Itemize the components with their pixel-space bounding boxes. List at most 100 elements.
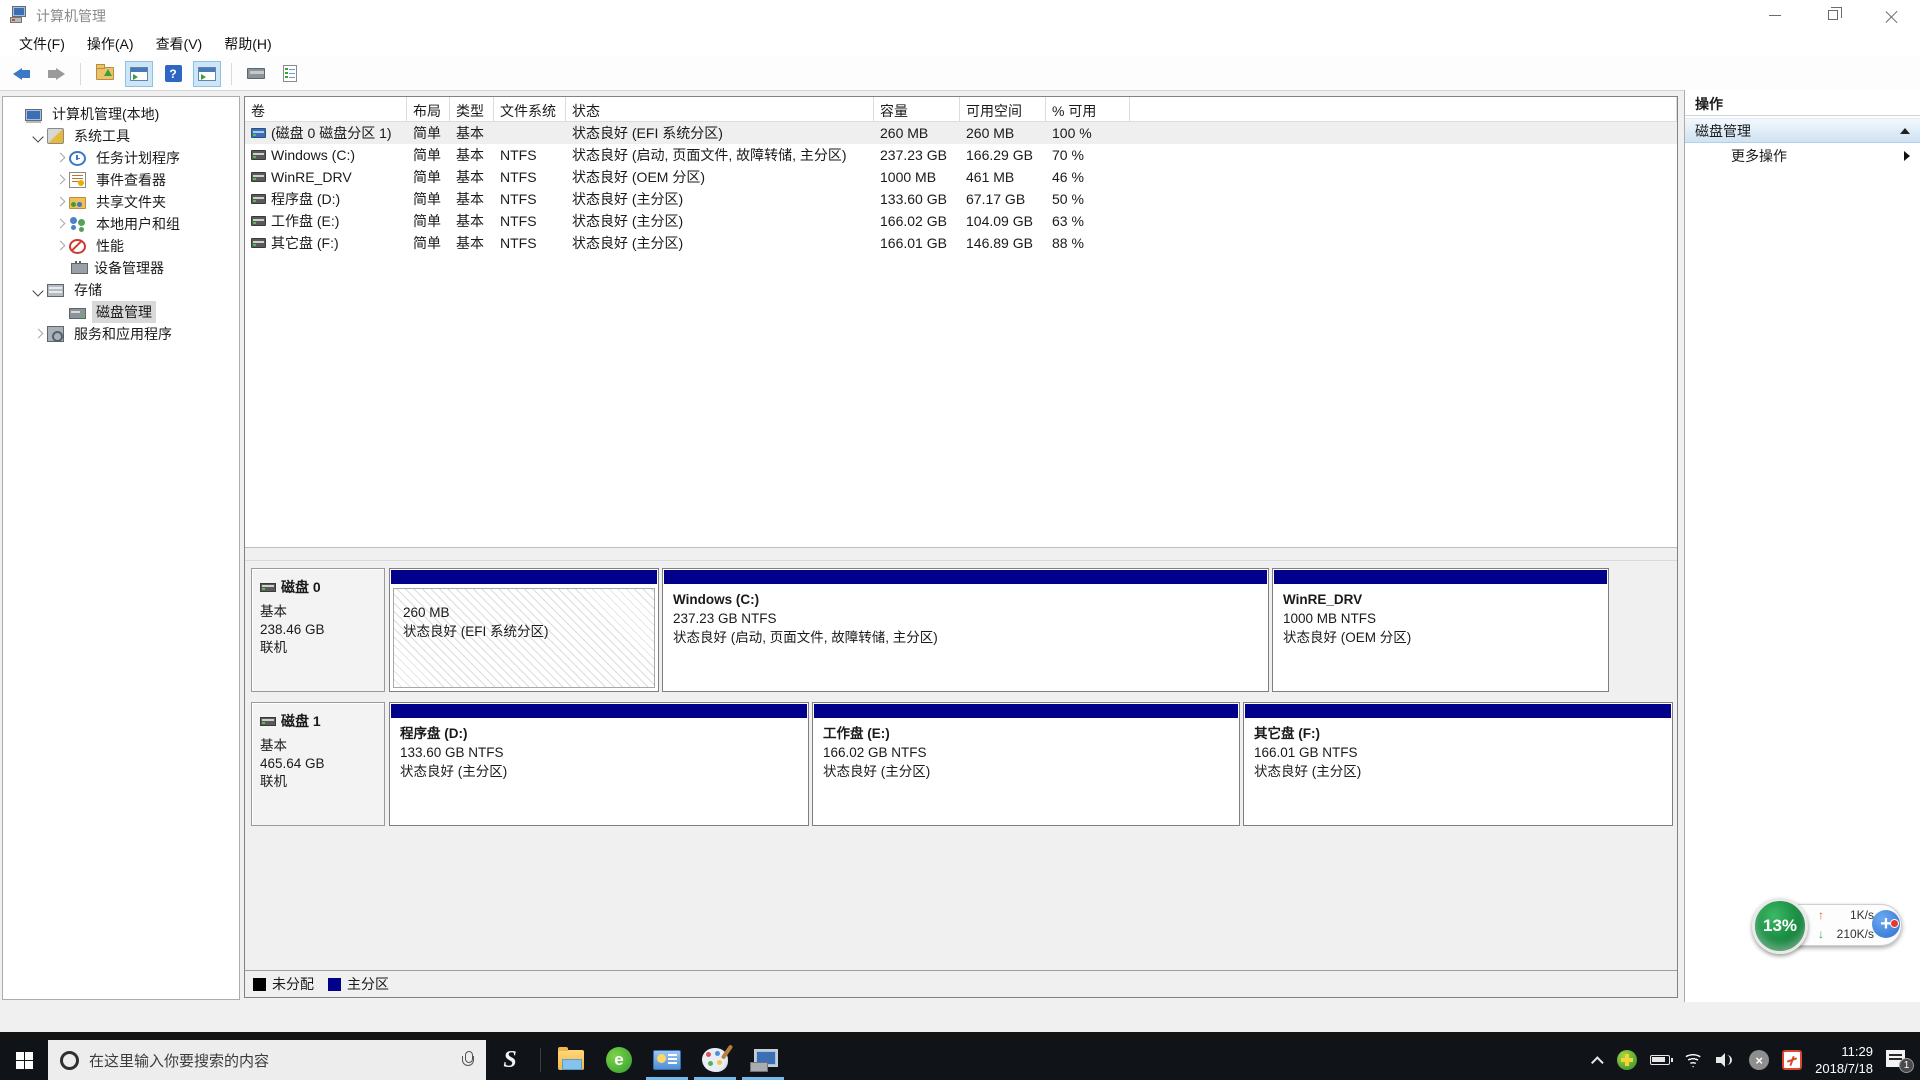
partition-WinRE_DRV[interactable]: WinRE_DRV 1000 MB NTFS 状态良好 (OEM 分区) [1272, 568, 1609, 692]
taskbar-app-system-panel[interactable] [643, 1040, 691, 1080]
volume-row[interactable]: 程序盘 (D:) 简单 基本 NTFS 状态良好 (主分区) 133.60 GB 67.17… [245, 188, 1677, 210]
action-center-button[interactable]: 1 [1886, 1050, 1914, 1073]
window-title: 计算机管理 [36, 8, 106, 24]
volume-row[interactable]: 工作盘 (E:) 简单 基本 NTFS 状态良好 (主分区) 166.02 GB 104.0… [245, 210, 1677, 232]
taskbar-clock[interactable]: 11:29 2018/7/18 [1815, 1043, 1873, 1077]
partition-size: 237.23 GB NTFS [673, 611, 777, 626]
tree-item-tools[interactable]: 系统工具 [3, 125, 239, 147]
tree-expander-icon[interactable] [53, 239, 67, 253]
tree-item-scheduler[interactable]: 任务计划程序 [3, 147, 239, 169]
taskbar-app-sogou[interactable]: S [486, 1040, 534, 1080]
volume-row[interactable]: Windows (C:) 简单 基本 NTFS 状态良好 (启动, 页面文件, 故障转储… [245, 144, 1677, 166]
volume-cell-4: 状态良好 (OEM 分区) [566, 166, 874, 188]
volume-cell-4: 状态良好 (主分区) [566, 188, 874, 210]
volume-row[interactable]: WinRE_DRV 简单 基本 NTFS 状态良好 (OEM 分区) 1000 MB 461… [245, 166, 1677, 188]
menu-item-0[interactable]: 文件(F) [8, 31, 76, 57]
partition-title: 其它盘 (F:) [1254, 726, 1320, 741]
column-header-1[interactable]: 布局 [407, 97, 450, 121]
tree-item-storage[interactable]: 存储 [3, 279, 239, 301]
taskbar-app-paint[interactable] [691, 1040, 739, 1080]
menu-item-1[interactable]: 操作(A) [76, 31, 145, 57]
restore-button[interactable] [1804, 0, 1862, 30]
column-header-0[interactable]: 卷 [245, 97, 407, 121]
speed-ball-overlay[interactable]: ↑ 1K/s ↓ 210K/s + 13% [1752, 898, 1902, 954]
wifi-icon[interactable] [1683, 1052, 1704, 1068]
tree-expander-icon[interactable] [31, 129, 45, 143]
volume-icon[interactable] [1716, 1052, 1736, 1068]
taskbar-app-browser-360[interactable]: e [595, 1040, 643, 1080]
cell-text: 基本 [456, 213, 484, 229]
tree-item-shared[interactable]: 共享文件夹 [3, 191, 239, 213]
back-button[interactable] [8, 61, 36, 87]
partition-工作盘 (E:)[interactable]: 工作盘 (E:) 166.02 GB NTFS 状态良好 (主分区) [812, 702, 1240, 826]
column-header-4[interactable]: 状态 [566, 97, 874, 121]
show-action-pane-button[interactable] [193, 60, 221, 87]
red-app-tray-icon[interactable] [1782, 1050, 1803, 1070]
tree-expander-icon[interactable] [53, 195, 67, 209]
minimize-button[interactable] [1746, 0, 1804, 30]
forward-button[interactable] [42, 61, 70, 87]
partition-程序盘 (D:)[interactable]: 程序盘 (D:) 133.60 GB NTFS 状态良好 (主分区) [389, 702, 809, 826]
partition-efi[interactable]: 260 MB 状态良好 (EFI 系统分区) [389, 568, 659, 692]
help-button[interactable]: ? [159, 61, 187, 87]
disconnected-tray-icon[interactable]: × [1749, 1050, 1770, 1070]
column-header-3[interactable]: 文件系统 [494, 97, 566, 121]
cell-text: 260 MB [880, 125, 929, 141]
tree-item-users[interactable]: 本地用户和组 [3, 213, 239, 235]
tree-expander-icon[interactable] [53, 151, 67, 165]
tree-expander-icon[interactable] [31, 327, 45, 341]
volume-cell-3: NTFS [494, 166, 566, 188]
partition-Windows (C:)[interactable]: Windows (C:) 237.23 GB NTFS 状态良好 (启动, 页面文件… [662, 568, 1269, 692]
column-header-2[interactable]: 类型 [450, 97, 494, 121]
collapse-icon[interactable] [1900, 127, 1910, 134]
battery-icon[interactable] [1650, 1055, 1674, 1065]
volume-row[interactable]: 其它盘 (F:) 简单 基本 NTFS 状态良好 (主分区) 166.01 GB 146.8… [245, 232, 1677, 254]
tree-expander-icon[interactable] [31, 283, 45, 297]
tree-item-event[interactable]: 事件查看器 [3, 169, 239, 191]
tray-overflow-chevron-icon[interactable] [1591, 1055, 1604, 1069]
disk-label-1[interactable]: 磁盘 1 基本 465.64 GB 联机 [251, 702, 385, 826]
partition-type-bar [664, 570, 1267, 584]
up-one-level-button[interactable] [91, 61, 119, 87]
perf-icon [69, 238, 86, 254]
360-safety-tray-icon[interactable] [1617, 1050, 1638, 1070]
taskbar-app-computer-management[interactable] [739, 1040, 787, 1080]
tree-expander-icon[interactable] [53, 217, 67, 231]
menu-item-3[interactable]: 帮助(H) [213, 31, 282, 57]
tree-expander-icon[interactable] [53, 173, 67, 187]
volume-cell-6: 67.17 GB [960, 188, 1046, 210]
close-button[interactable] [1862, 0, 1920, 30]
cell-text: 50 % [1052, 191, 1084, 207]
start-button[interactable] [0, 1040, 48, 1080]
tree-item-perf[interactable]: 性能 [3, 235, 239, 257]
disk-row-0: 磁盘 0 基本 238.46 GB 联机 260 MB 状态良好 (EFI 系统分区) Wi… [251, 568, 1609, 692]
view-options-button[interactable] [276, 61, 304, 87]
taskbar-search[interactable]: 在这里输入你要搜索的内容 [48, 1040, 486, 1080]
horizontal-scrollbar[interactable] [245, 549, 1677, 561]
tree-item-computer[interactable]: 计算机管理(本地) [3, 103, 239, 125]
more-actions-item[interactable]: 更多操作 [1685, 143, 1920, 169]
disk-tool-button[interactable] [242, 61, 270, 87]
memory-usage-ball[interactable]: 13% [1752, 898, 1808, 954]
taskbar-app-explorer[interactable] [547, 1040, 595, 1080]
volume-row[interactable]: (磁盘 0 磁盘分区 1) 简单 基本 状态良好 (EFI 系统分区) 260 MB 26… [245, 122, 1677, 144]
console-tree-icon [130, 66, 148, 81]
tree-item-devmgr[interactable]: 设备管理器 [3, 257, 239, 279]
partition-其它盘 (F:)[interactable]: 其它盘 (F:) 166.01 GB NTFS 状态良好 (主分区) [1243, 702, 1673, 826]
microphone-icon[interactable] [462, 1051, 474, 1069]
tree-item-diskmgmt[interactable]: 磁盘管理 [3, 301, 239, 323]
column-header-6[interactable]: 可用空间 [960, 97, 1046, 121]
menu-item-2[interactable]: 查看(V) [145, 31, 214, 57]
show-console-tree-button[interactable] [125, 60, 153, 87]
partitions: 程序盘 (D:) 133.60 GB NTFS 状态良好 (主分区) 工作盘 (E:)… [389, 702, 1673, 826]
cell-text: 46 % [1052, 169, 1084, 185]
volume-cell-6: 146.89 GB [960, 232, 1046, 254]
accelerate-button[interactable]: + [1872, 910, 1900, 938]
volume-cell-2: 基本 [450, 122, 494, 144]
disk-management-action-group[interactable]: 磁盘管理 [1685, 118, 1920, 143]
tree-item-services[interactable]: 服务和应用程序 [3, 323, 239, 345]
column-header-5[interactable]: 容量 [874, 97, 960, 121]
column-header-7[interactable]: % 可用 [1046, 97, 1130, 121]
disk-label-0[interactable]: 磁盘 0 基本 238.46 GB 联机 [251, 568, 385, 692]
tree-expander-icon [53, 305, 67, 319]
